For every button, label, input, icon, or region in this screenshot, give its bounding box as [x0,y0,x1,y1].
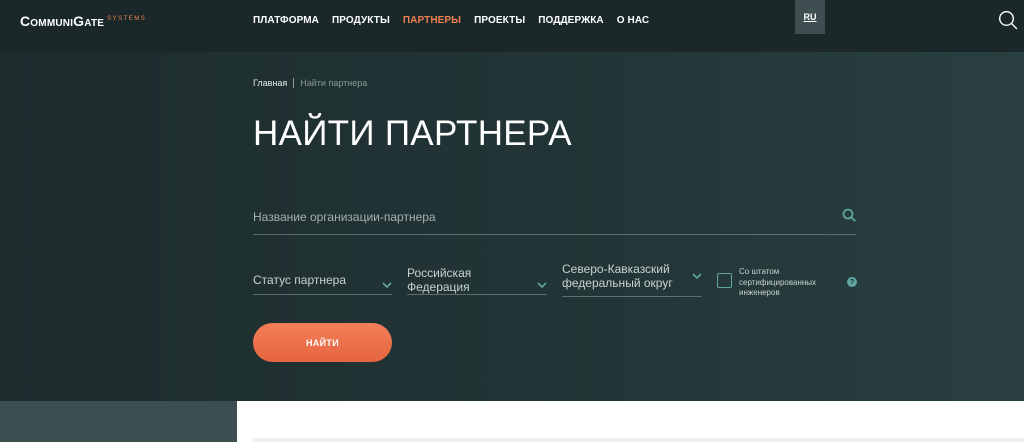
partner-status-select[interactable]: Статус партнера [253,265,392,295]
results-area [237,401,1024,442]
breadcrumb: Главная Найти партнера [253,78,367,88]
breadcrumb-current: Найти партнера [300,78,368,88]
nav-item-support[interactable]: ПОДДЕРЖКА [538,15,604,26]
page-title: НАЙТИ ПАРТНЕРА [253,114,572,153]
nav-item-products[interactable]: ПРОДУКТЫ [332,15,390,26]
region-select[interactable]: Северо-Кавказский федеральный округ [562,262,702,297]
logo-main-text: CommuniGate [20,13,105,29]
results-divider [253,438,1024,442]
search-icon[interactable] [842,208,856,222]
country-select[interactable]: Российская Федерация [407,265,547,295]
partner-search-field [253,202,856,235]
region-label-line1: Северо-Кавказский [562,262,670,276]
site-header: CommuniGate SYSTEMS ПЛАТФОРМА ПРОДУКТЫ П… [0,0,1024,52]
breadcrumb-home-link[interactable]: Главная [253,78,287,88]
logo[interactable]: CommuniGate SYSTEMS [20,13,146,29]
nav-item-platform[interactable]: ПЛАТФОРМА [253,15,319,26]
nav-item-about[interactable]: О НАС [617,15,649,26]
partner-status-label: Статус партнера [253,272,346,287]
region-label: Северо-Кавказский федеральный округ [562,262,673,290]
country-label: Российская Федерация [407,265,472,294]
main-nav: ПЛАТФОРМА ПРОДУКТЫ ПАРТНЕРЫ ПРОЕКТЫ ПОДД… [253,15,649,26]
search-icon[interactable] [998,10,1018,30]
certified-engineers-label: Со штатом сертифицированных инженеров [739,267,817,297]
language-switch[interactable]: RU [795,0,825,34]
chevron-down-icon [692,267,702,280]
find-button[interactable]: НАЙТИ [253,323,392,362]
chevron-down-icon [537,276,547,289]
help-icon[interactable]: ? [847,277,857,287]
chevron-down-icon [382,276,392,289]
breadcrumb-separator [293,78,295,88]
certified-engineers-checkbox[interactable] [717,273,732,288]
logo-sub-text: SYSTEMS [107,16,147,22]
region-label-line2: федеральный округ [562,276,673,290]
nav-item-partners[interactable]: ПАРТНЕРЫ [403,15,461,26]
bottom-left-panel [0,401,237,442]
partner-name-input[interactable] [253,202,833,232]
nav-item-projects[interactable]: ПРОЕКТЫ [474,15,525,26]
